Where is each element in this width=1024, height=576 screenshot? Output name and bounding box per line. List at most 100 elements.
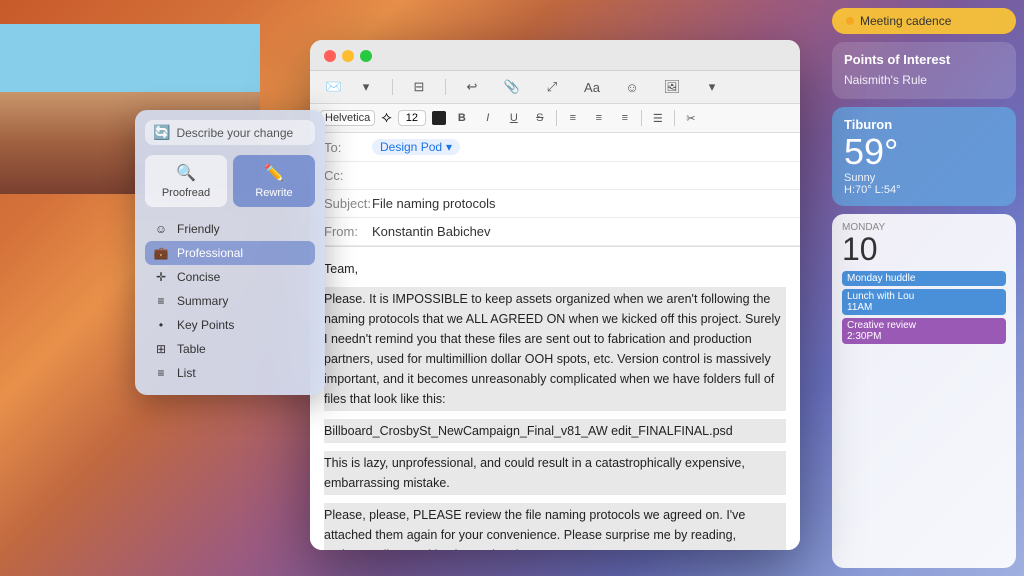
align-right-button[interactable]: ≡ [615,108,635,128]
menu-item-list[interactable]: ≡ List [145,361,315,385]
concise-icon: ✛ [153,270,169,284]
table-icon: ⊞ [153,342,169,356]
weather-condition-text: Sunny [844,172,875,184]
rewrite-icon: ✏️ [264,163,284,183]
key-points-label: Key Points [177,318,234,332]
recipient-name: Design Pod [380,140,442,154]
menu-item-key-points[interactable]: • Key Points [145,313,315,337]
more-format-button[interactable]: ✂ [681,108,701,128]
fmt-sep-3 [674,110,675,126]
from-label: From: [324,224,372,239]
proofread-icon: 🔍 [176,163,196,183]
poi-title: Points of Interest [844,52,1004,67]
body-paragraph-2: This is lazy, unprofessional, and could … [324,451,786,495]
align-center-button[interactable]: ≡ [589,108,609,128]
fmt-sep-1 [556,110,557,126]
format-toolbar: Helvetica ⟡ B I U S ≡ ≡ ≡ ☰ ✂ [310,104,800,133]
right-widgets-panel: Meeting cadence Points of Interest Naism… [824,0,1024,576]
weather-location: Tiburon [844,117,1004,132]
friendly-icon: ☺ [153,222,169,236]
weather-high-low: H:70° L:54° [844,184,901,196]
cc-field[interactable]: Cc: [310,162,800,190]
bold-button[interactable]: B [452,108,472,128]
cal-event-monday-huddle[interactable]: Monday huddle [842,271,1006,286]
italic-button[interactable]: I [478,108,498,128]
rewrite-button[interactable]: ✏️ Rewrite [233,155,315,207]
panel-menu: ☺ Friendly 💼 Professional ✛ Concise ≡ Su… [145,217,315,385]
mail-toolbar: ✉️ ▾ ⊟ ↩ 📎 ⤢ Aa ☺ 🖼 ▾ [310,71,800,104]
weather-widget: Tiburon 59° Sunny H:70° L:54° [832,107,1016,206]
to-field: To: Design Pod ▾ [310,133,800,162]
send-btn-group: ✉️ ▾ [320,75,380,99]
send-button[interactable]: ✉️ [320,75,348,99]
menu-item-concise[interactable]: ✛ Concise [145,265,315,289]
cal-event-creative-review[interactable]: Creative review 2:30PM [842,318,1006,344]
list-format-button[interactable]: ☰ [648,108,668,128]
poi-widget: Points of Interest Naismith's Rule [832,42,1016,99]
minimize-window-button[interactable] [342,50,354,62]
recipient-dropdown-icon: ▾ [446,140,452,154]
cal-day-name: MONDAY 10 [842,222,885,265]
font-size-dropdown-icon: ⟡ [381,109,392,127]
strikethrough-button[interactable]: S [530,108,550,128]
font-selector[interactable]: Helvetica [320,110,375,126]
table-label: Table [177,342,206,356]
close-window-button[interactable] [324,50,336,62]
undo-button[interactable]: ↩ [458,75,486,99]
photo-dropdown-button[interactable]: ▾ [698,75,726,99]
cc-label: Cc: [324,168,372,183]
menu-item-friendly[interactable]: ☺ Friendly [145,217,315,241]
font-color-swatch[interactable] [432,111,446,125]
ai-writing-panel: 🔄 Describe your change 🔍 Proofread ✏️ Re… [135,110,325,395]
font-button[interactable]: Aa [578,75,606,99]
from-field: From: Konstantin Babichev [310,218,800,246]
body-paragraph-3: Please, please, PLEASE review the file n… [324,503,786,550]
maximize-window-button[interactable] [360,50,372,62]
font-size-input[interactable] [398,110,426,126]
panel-tools: 🔍 Proofread ✏️ Rewrite [145,155,315,207]
fullscreen-button[interactable]: ⤢ [538,75,566,99]
subject-value[interactable]: File naming protocols [372,196,786,211]
professional-label: Professional [177,246,243,260]
menu-item-table[interactable]: ⊞ Table [145,337,315,361]
menu-item-summary[interactable]: ≡ Summary [145,289,315,313]
subject-label: Subject: [324,196,372,211]
recipient-tag[interactable]: Design Pod ▾ [372,139,460,155]
ai-panel-icon: 🔄 [153,124,170,141]
proofread-button[interactable]: 🔍 Proofread [145,155,227,207]
summary-icon: ≡ [153,294,169,308]
to-label: To: [324,140,372,155]
photo-button[interactable]: 🖼 [658,75,686,99]
meeting-dot-icon [846,17,854,25]
body-salutation: Team, [324,259,786,279]
toolbar-separator-1 [392,79,393,95]
underline-button[interactable]: U [504,108,524,128]
body-filename: Billboard_CrosbySt_NewCampaign_Final_v81… [324,419,786,443]
panel-header-label: Describe your change [176,126,293,140]
align-left-button[interactable]: ≡ [563,108,583,128]
cal-date: 10 [842,233,885,265]
meeting-banner[interactable]: Meeting cadence [832,8,1016,34]
summary-label: Summary [177,294,228,308]
send-dropdown-button[interactable]: ▾ [352,75,380,99]
cal-event-lunch[interactable]: Lunch with Lou 11AM [842,289,1006,315]
mail-body[interactable]: Team, Please. It is IMPOSSIBLE to keep a… [310,247,800,550]
poi-item: Naismith's Rule [844,71,1004,89]
meeting-banner-label: Meeting cadence [860,14,951,28]
proofread-label: Proofread [162,187,210,199]
format-button[interactable]: ⊟ [405,75,433,99]
body-paragraph-1: Please. It is IMPOSSIBLE to keep assets … [324,287,786,411]
weather-condition: Sunny H:70° L:54° [844,172,1004,196]
attach-button[interactable]: 📎 [498,75,526,99]
fmt-sep-2 [641,110,642,126]
from-value: Konstantin Babichev [372,224,786,239]
list-label: List [177,366,196,380]
professional-icon: 💼 [153,246,169,260]
friendly-label: Friendly [177,222,220,236]
rewrite-label: Rewrite [255,187,292,199]
cal-header: MONDAY 10 [842,222,1006,265]
panel-header: 🔄 Describe your change [145,120,315,145]
emoji-button[interactable]: ☺ [618,75,646,99]
weather-temp: 59° [844,132,1004,172]
menu-item-professional[interactable]: 💼 Professional [145,241,315,265]
